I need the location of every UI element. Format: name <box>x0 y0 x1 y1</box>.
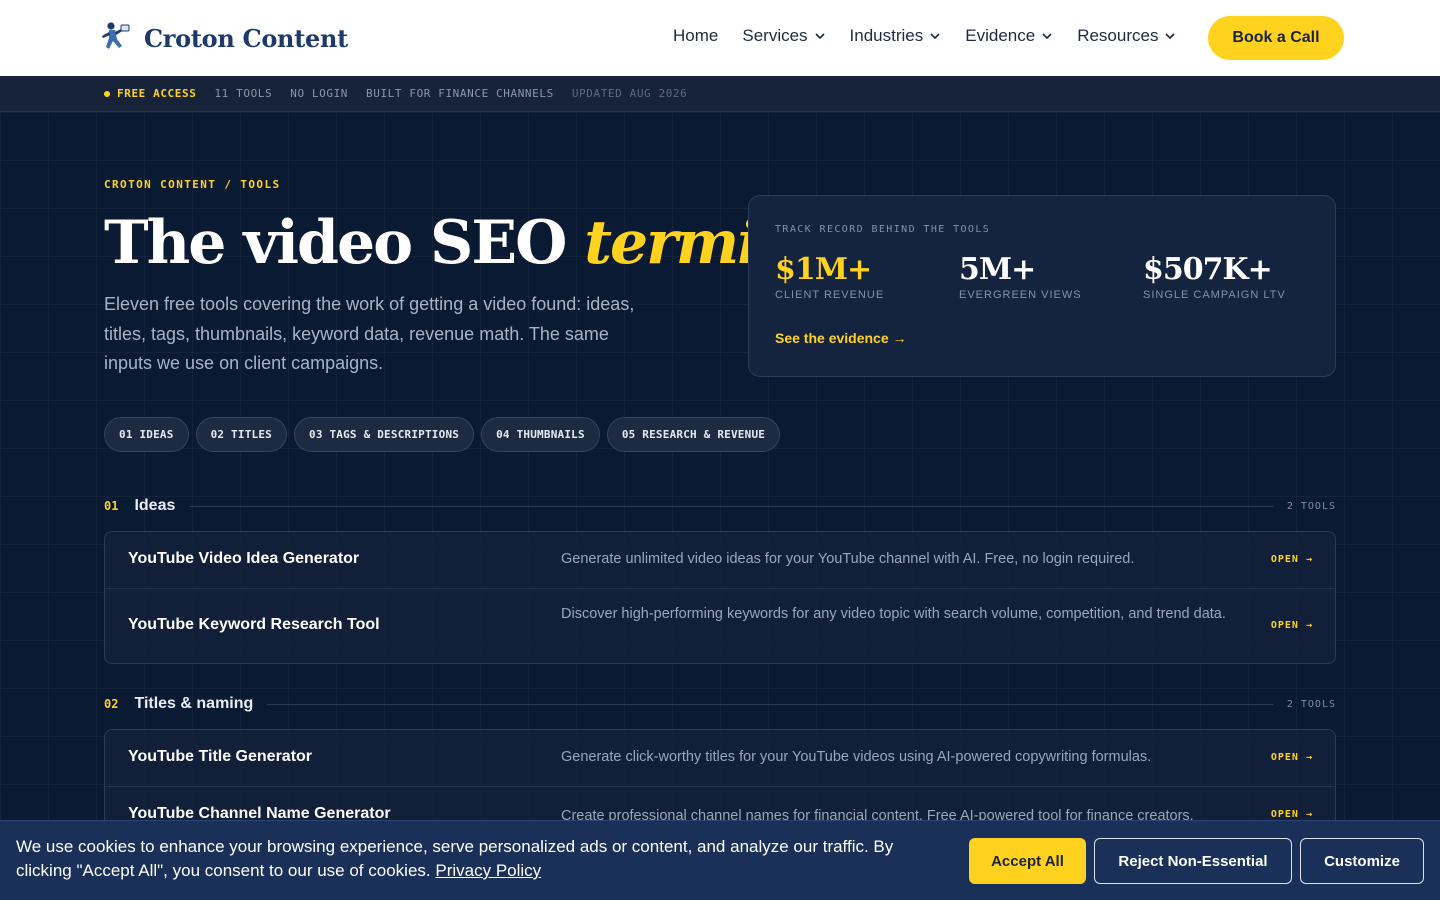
brand-name: Croton Content <box>144 23 348 53</box>
category-chips: 01 IDEAS 02 TITLES 03 TAGS & DESCRIPTION… <box>104 417 781 452</box>
stat-evergreen-views: 5M+ EVERGREEN VIEWS <box>959 252 1082 301</box>
cookie-banner: We use cookies to enhance your browsing … <box>0 820 1440 900</box>
see-evidence-link[interactable]: See the evidence → <box>775 330 907 346</box>
no-login-label: NO LOGIN <box>290 87 349 100</box>
tool-row[interactable]: YouTube Keyword Research Tool Discover h… <box>105 589 1335 663</box>
section-divider <box>189 505 1273 507</box>
tool-description: Generate click-worthy titles for your Yo… <box>561 749 1152 765</box>
tool-title: YouTube Keyword Research Tool <box>128 616 380 633</box>
open-link[interactable]: OPEN → <box>1271 554 1313 565</box>
nav-industries-label: Industries <box>849 26 924 45</box>
brand-logo[interactable]: Croton Content <box>96 20 348 56</box>
section-divider <box>267 703 1273 705</box>
reject-non-essential-button[interactable]: Reject Non-Essential <box>1094 838 1292 884</box>
status-dot-icon <box>104 91 110 97</box>
tool-title: YouTube Video Idea Generator <box>128 550 360 567</box>
stat-caption: SINGLE CAMPAIGN LTV <box>1143 289 1286 301</box>
chip-tags-descriptions[interactable]: 03 TAGS & DESCRIPTIONS <box>294 417 475 452</box>
open-link[interactable]: OPEN → <box>1271 752 1313 763</box>
breadcrumb: CROTON CONTENT / TOOLS <box>104 178 281 191</box>
stat-caption: CLIENT REVENUE <box>775 289 885 301</box>
stat-client-revenue: $1M+ CLIENT REVENUE <box>775 252 884 301</box>
privacy-policy-link[interactable]: Privacy Policy <box>435 861 541 880</box>
built-for-label: BUILT FOR FINANCE CHANNELS <box>366 87 554 100</box>
tool-description: Generate unlimited video ideas for your … <box>561 551 1135 567</box>
nav-evidence-label: Evidence <box>965 26 1036 45</box>
tools-count: 11 TOOLS <box>214 87 273 100</box>
nav-evidence[interactable]: Evidence <box>965 26 1053 46</box>
track-record-label: TRACK RECORD BEHIND THE TOOLS <box>775 224 991 235</box>
book-call-button[interactable]: Book a Call <box>1208 16 1344 60</box>
nav-services[interactable]: Services <box>742 26 825 46</box>
main-nav: Home Services Industries Evidence Resour… <box>673 26 1200 46</box>
track-record-card: TRACK RECORD BEHIND THE TOOLS $1M+ CLIEN… <box>748 195 1336 377</box>
chevron-down-icon <box>814 33 825 40</box>
section-header-titles: 02 Titles & naming 2 TOOLS <box>104 694 1336 714</box>
cookie-message: We use cookies to enhance your browsing … <box>16 835 946 883</box>
open-link[interactable]: OPEN → <box>1271 620 1313 631</box>
nav-resources[interactable]: Resources <box>1077 26 1176 46</box>
section-tool-count: 2 TOOLS <box>1286 500 1336 512</box>
tools-table-ideas: YouTube Video Idea Generator Generate un… <box>104 531 1336 664</box>
section-header-ideas: 01 Ideas 2 TOOLS <box>104 496 1336 516</box>
nav-resources-label: Resources <box>1077 26 1159 45</box>
stat-value: $507K+ <box>1143 252 1273 287</box>
updated-date: UPDATED AUG 2026 <box>571 87 688 100</box>
section-tool-count: 2 TOOLS <box>1286 698 1336 710</box>
open-link[interactable]: OPEN → <box>1271 809 1313 820</box>
tool-row[interactable]: YouTube Video Idea Generator Generate un… <box>105 532 1335 589</box>
chip-titles[interactable]: 02 TITLES <box>195 417 287 452</box>
stat-campaign-ltv: $507K+ SINGLE CAMPAIGN LTV <box>1143 252 1286 301</box>
stat-value: 5M+ <box>959 252 1036 287</box>
chip-thumbnails[interactable]: 04 THUMBNAILS <box>481 417 600 452</box>
section-title: Ideas <box>134 497 176 514</box>
chip-ideas[interactable]: 01 IDEAS <box>104 417 189 452</box>
hero-subtitle: Eleven free tools covering the work of g… <box>104 294 635 373</box>
chevron-down-icon <box>1042 33 1052 40</box>
free-access-badge: FREE ACCESS <box>104 87 196 100</box>
tool-title: YouTube Title Generator <box>128 748 313 765</box>
section-number: 01 <box>104 499 119 513</box>
status-strip: FREE ACCESS 11 TOOLS NO LOGIN BUILT FOR … <box>0 76 1440 112</box>
tool-row[interactable]: YouTube Title Generator Generate click-w… <box>105 730 1335 787</box>
nav-services-label: Services <box>742 26 808 45</box>
tool-description: Discover high-performing keywords for an… <box>561 606 1226 622</box>
nav-industries[interactable]: Industries <box>850 26 942 46</box>
chevron-down-icon <box>1165 33 1176 40</box>
customize-button[interactable]: Customize <box>1300 838 1424 884</box>
title-main: The video SEO <box>104 208 567 278</box>
runner-mascot-icon <box>102 22 130 49</box>
section-number: 02 <box>104 697 119 711</box>
chevron-down-icon <box>930 33 940 40</box>
nav-home-label: Home <box>673 26 719 45</box>
free-access-label: FREE ACCESS <box>117 87 197 100</box>
page-title: The video SEO terminal <box>104 208 859 278</box>
accept-all-button[interactable]: Accept All <box>969 838 1086 884</box>
section-title: Titles & naming <box>134 695 254 712</box>
stat-value: $1M+ <box>775 252 872 287</box>
chip-research-revenue[interactable]: 05 RESEARCH & REVENUE <box>606 417 781 452</box>
nav-home[interactable]: Home <box>673 26 718 46</box>
stat-caption: EVERGREEN VIEWS <box>959 289 1082 301</box>
site-header: Croton Content Home Services Industries … <box>0 0 1440 76</box>
